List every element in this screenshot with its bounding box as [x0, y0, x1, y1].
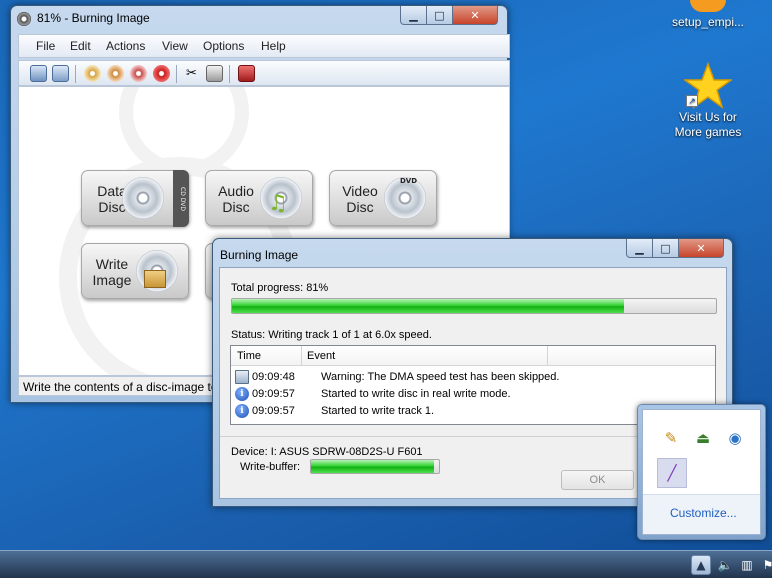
menu-actions[interactable]: Actions — [106, 39, 145, 53]
close-button[interactable]: ✕ — [453, 6, 498, 25]
status-line: Status: Writing track 1 of 1 at 6.0x spe… — [231, 329, 432, 341]
video-disc-icon[interactable] — [130, 65, 147, 82]
flyout-footer: Customize... — [643, 494, 760, 534]
dialog-title: Burning Image — [220, 248, 299, 262]
pencil-icon[interactable]: ✎ — [661, 428, 681, 448]
video-disc-line2: Disc — [346, 199, 374, 215]
notification-flyout: ✎ ⏏ ◉ ╱ Customize... — [637, 404, 766, 540]
menubar: File Edit Actions View Options Help — [18, 34, 510, 58]
desktop-icon-setup[interactable]: setup_empi... — [666, 0, 750, 30]
log-time: 09:09:48 — [252, 371, 295, 383]
menu-view[interactable]: View — [162, 39, 188, 53]
write-buffer-fill — [311, 460, 434, 473]
main-titlebar[interactable]: 81% - Burning Image ▁ □ ✕ — [11, 6, 507, 32]
music-note-icon: ♫ — [268, 191, 288, 216]
dialog-titlebar[interactable]: Burning Image ▁ □ ✕ — [213, 239, 732, 265]
info-icon: i — [235, 387, 249, 401]
audio-disc-line1: Audio — [218, 183, 254, 199]
total-progress-fill — [232, 299, 625, 313]
menu-edit[interactable]: Edit — [70, 39, 91, 53]
customize-link[interactable]: Customize... — [670, 506, 737, 520]
log-event: Started to write disc in real write mode… — [321, 388, 511, 400]
show-hidden-icons-button[interactable]: ▲ — [691, 555, 711, 575]
save-icon[interactable] — [52, 65, 69, 82]
erase-disc-icon[interactable] — [153, 65, 170, 82]
flyout-panel: ✎ ⏏ ◉ ╱ Customize... — [642, 409, 761, 535]
desktop-icon-label: setup_empi... — [671, 15, 745, 29]
log-time: 09:09:57 — [252, 388, 295, 400]
shortcut-arrow-icon: ↗ — [686, 95, 698, 107]
dialog-minimize-button[interactable]: ▁ — [626, 239, 653, 258]
taskbar: ▲ 🔈 ▥ ⚑ — [0, 550, 772, 578]
desktop-icon-visit-games[interactable]: ↗ Visit Us for More games — [666, 61, 750, 140]
col-event[interactable]: Event — [307, 350, 335, 362]
log-header: Time Event — [231, 346, 715, 366]
write-buffer-label: Write-buffer: — [240, 461, 301, 473]
dialog-close-button[interactable]: ✕ — [679, 239, 724, 258]
log-event: Warning: The DMA speed test has been ski… — [321, 371, 560, 383]
log-row[interactable]: 09:09:48 Warning: The DMA speed test has… — [235, 369, 559, 385]
exit-icon[interactable] — [238, 65, 255, 82]
data-disc-button[interactable]: Data Disc CD DVD — [81, 170, 189, 227]
window-title: 81% - Burning Image — [37, 11, 150, 25]
log-row[interactable]: i 09:09:57 Started to write track 1. — [235, 403, 434, 419]
device-label: Device: I: ASUS SDRW-08D2S-U F601 — [231, 446, 423, 458]
tools-icon[interactable]: ✂ — [183, 65, 200, 82]
col-time[interactable]: Time — [237, 350, 261, 362]
setup-icon — [690, 0, 726, 12]
monitor-icon — [235, 370, 249, 384]
volume-icon[interactable]: 🔈 — [715, 555, 735, 575]
star-icon: ↗ — [682, 61, 734, 110]
write-image-button[interactable]: Write Image — [81, 243, 189, 299]
audio-disc-icon[interactable] — [107, 65, 124, 82]
desktop-icon-label-2: More games — [674, 125, 742, 139]
desktop-icon-label-1: Visit Us for — [679, 110, 737, 124]
toolbar: ✂ — [18, 60, 510, 86]
drive-icon[interactable] — [206, 65, 223, 82]
network-globe-icon[interactable]: ◉ — [725, 428, 745, 448]
menu-options[interactable]: Options — [203, 39, 244, 53]
write-image-line1: Write — [95, 256, 129, 272]
usb-safe-remove-icon[interactable]: ⏏ — [693, 428, 713, 448]
package-icon — [144, 270, 166, 288]
dvd-badge: DVD — [400, 177, 418, 185]
dialog-maximize-button[interactable]: □ — [653, 239, 679, 258]
minimize-button[interactable]: ▁ — [400, 6, 427, 25]
total-progress-label: Total progress: 81% — [231, 282, 329, 294]
ok-button[interactable]: OK — [561, 470, 634, 490]
log-event: Started to write track 1. — [321, 405, 435, 417]
action-center-icon[interactable]: ⚑ — [758, 555, 772, 575]
log-time: 09:09:57 — [252, 405, 295, 417]
open-folder-icon[interactable] — [30, 65, 47, 82]
status-text: Write the contents of a disc-image to — [23, 380, 218, 394]
app-icon — [17, 12, 31, 26]
write-buffer-bar — [310, 459, 440, 474]
write-image-line2: Image — [92, 272, 132, 288]
data-disc-icon — [122, 177, 164, 219]
cd-dvd-strip: CD DVD — [173, 170, 189, 227]
network-icon[interactable]: ▥ — [737, 555, 757, 575]
maximize-button[interactable]: □ — [427, 6, 453, 25]
audio-disc-line2: Disc — [222, 199, 250, 215]
pen-tablet-icon[interactable]: ╱ — [657, 458, 687, 488]
info-icon: i — [235, 404, 249, 418]
menu-file[interactable]: File — [36, 39, 55, 53]
total-progress-bar — [231, 298, 717, 314]
video-disc-line1: Video — [342, 183, 378, 199]
disc-icon[interactable] — [84, 65, 101, 82]
video-disc-button[interactable]: Video Disc DVD — [329, 170, 437, 226]
log-row[interactable]: i 09:09:57 Started to write disc in real… — [235, 386, 511, 402]
audio-disc-button[interactable]: Audio Disc ♫ — [205, 170, 313, 226]
menu-help[interactable]: Help — [261, 39, 286, 53]
